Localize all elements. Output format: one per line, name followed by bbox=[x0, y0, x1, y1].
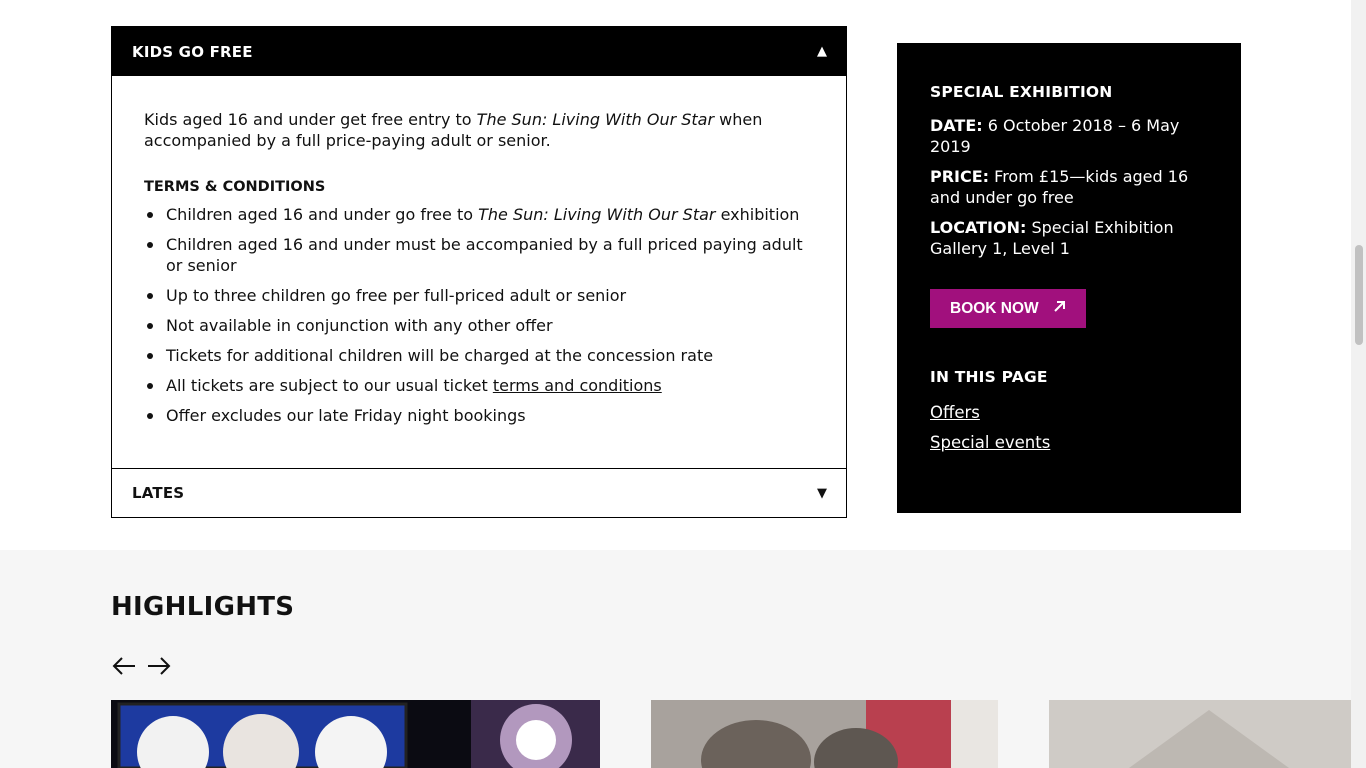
arrow-right-icon[interactable] bbox=[146, 654, 172, 678]
offers-link[interactable]: Offers bbox=[930, 402, 1208, 423]
terms-item: Children aged 16 and under must be accom… bbox=[144, 234, 814, 276]
exhibition-name: The Sun: Living With Our Star bbox=[476, 110, 715, 129]
triangle-down-icon: ▼ bbox=[817, 485, 827, 501]
intro-text: Kids aged 16 and under get free entry to… bbox=[144, 110, 763, 150]
in-this-page-heading: IN THIS PAGE bbox=[930, 368, 1048, 386]
price-row: PRICE: From £15—kids aged 16 and under g… bbox=[930, 167, 1189, 207]
terms-list: Children aged 16 and under go free to Th… bbox=[144, 204, 814, 426]
special-events-link[interactable]: Special events bbox=[930, 432, 1208, 453]
terms-and-conditions-link[interactable]: terms and conditions bbox=[493, 376, 662, 395]
special-exhibition-panel: SPECIAL EXHIBITION DATE: 6 October 2018 … bbox=[897, 43, 1241, 513]
accordion-title: KIDS GO FREE bbox=[132, 42, 253, 61]
location-row: LOCATION: Special Exhibition Gallery 1, … bbox=[930, 218, 1174, 258]
accordion-header-kids-go-free[interactable]: KIDS GO FREE ▲ bbox=[112, 27, 846, 76]
terms-heading: TERMS & CONDITIONS bbox=[144, 179, 326, 195]
panel-heading: SPECIAL EXHIBITION bbox=[930, 83, 1113, 101]
terms-item: Not available in conjunction with any ot… bbox=[144, 315, 814, 336]
terms-item: Up to three children go free per full-pr… bbox=[144, 285, 814, 306]
highlights-section: HIGHLIGHTS bbox=[0, 550, 1351, 768]
arrow-up-right-icon bbox=[1053, 300, 1066, 318]
terms-item: Tickets for additional children will be … bbox=[144, 345, 814, 366]
book-now-label: BOOK NOW bbox=[950, 299, 1039, 317]
accordion-body: Kids aged 16 and under get free entry to… bbox=[112, 76, 846, 426]
highlights-title: HIGHLIGHTS bbox=[111, 592, 295, 622]
accordion-lates: LATES ▼ bbox=[111, 468, 847, 518]
arrow-left-icon[interactable] bbox=[111, 654, 137, 678]
terms-item: Offer excludes our late Friday night boo… bbox=[144, 405, 814, 426]
scrollbar-thumb[interactable] bbox=[1355, 245, 1363, 345]
accordion-title: LATES bbox=[132, 484, 185, 502]
highlight-card-image[interactable] bbox=[651, 700, 998, 768]
book-now-button[interactable]: BOOK NOW bbox=[930, 289, 1086, 328]
terms-item: All tickets are subject to our usual tic… bbox=[144, 375, 814, 396]
page: KIDS GO FREE ▲ Kids aged 16 and under ge… bbox=[0, 0, 1351, 768]
vertical-scrollbar[interactable] bbox=[1351, 0, 1366, 768]
date-row: DATE: 6 October 2018 – 6 May 2019 bbox=[930, 116, 1180, 156]
terms-item: Children aged 16 and under go free to Th… bbox=[144, 204, 814, 225]
accordion-header-lates[interactable]: LATES ▼ bbox=[112, 469, 846, 517]
triangle-up-icon: ▲ bbox=[817, 44, 827, 59]
accordion-kids-go-free: KIDS GO FREE ▲ Kids aged 16 and under ge… bbox=[111, 26, 847, 469]
highlight-card-image[interactable] bbox=[111, 700, 600, 768]
highlight-card-image[interactable] bbox=[1049, 700, 1351, 768]
offers-section: KIDS GO FREE ▲ Kids aged 16 and under ge… bbox=[0, 0, 1351, 550]
